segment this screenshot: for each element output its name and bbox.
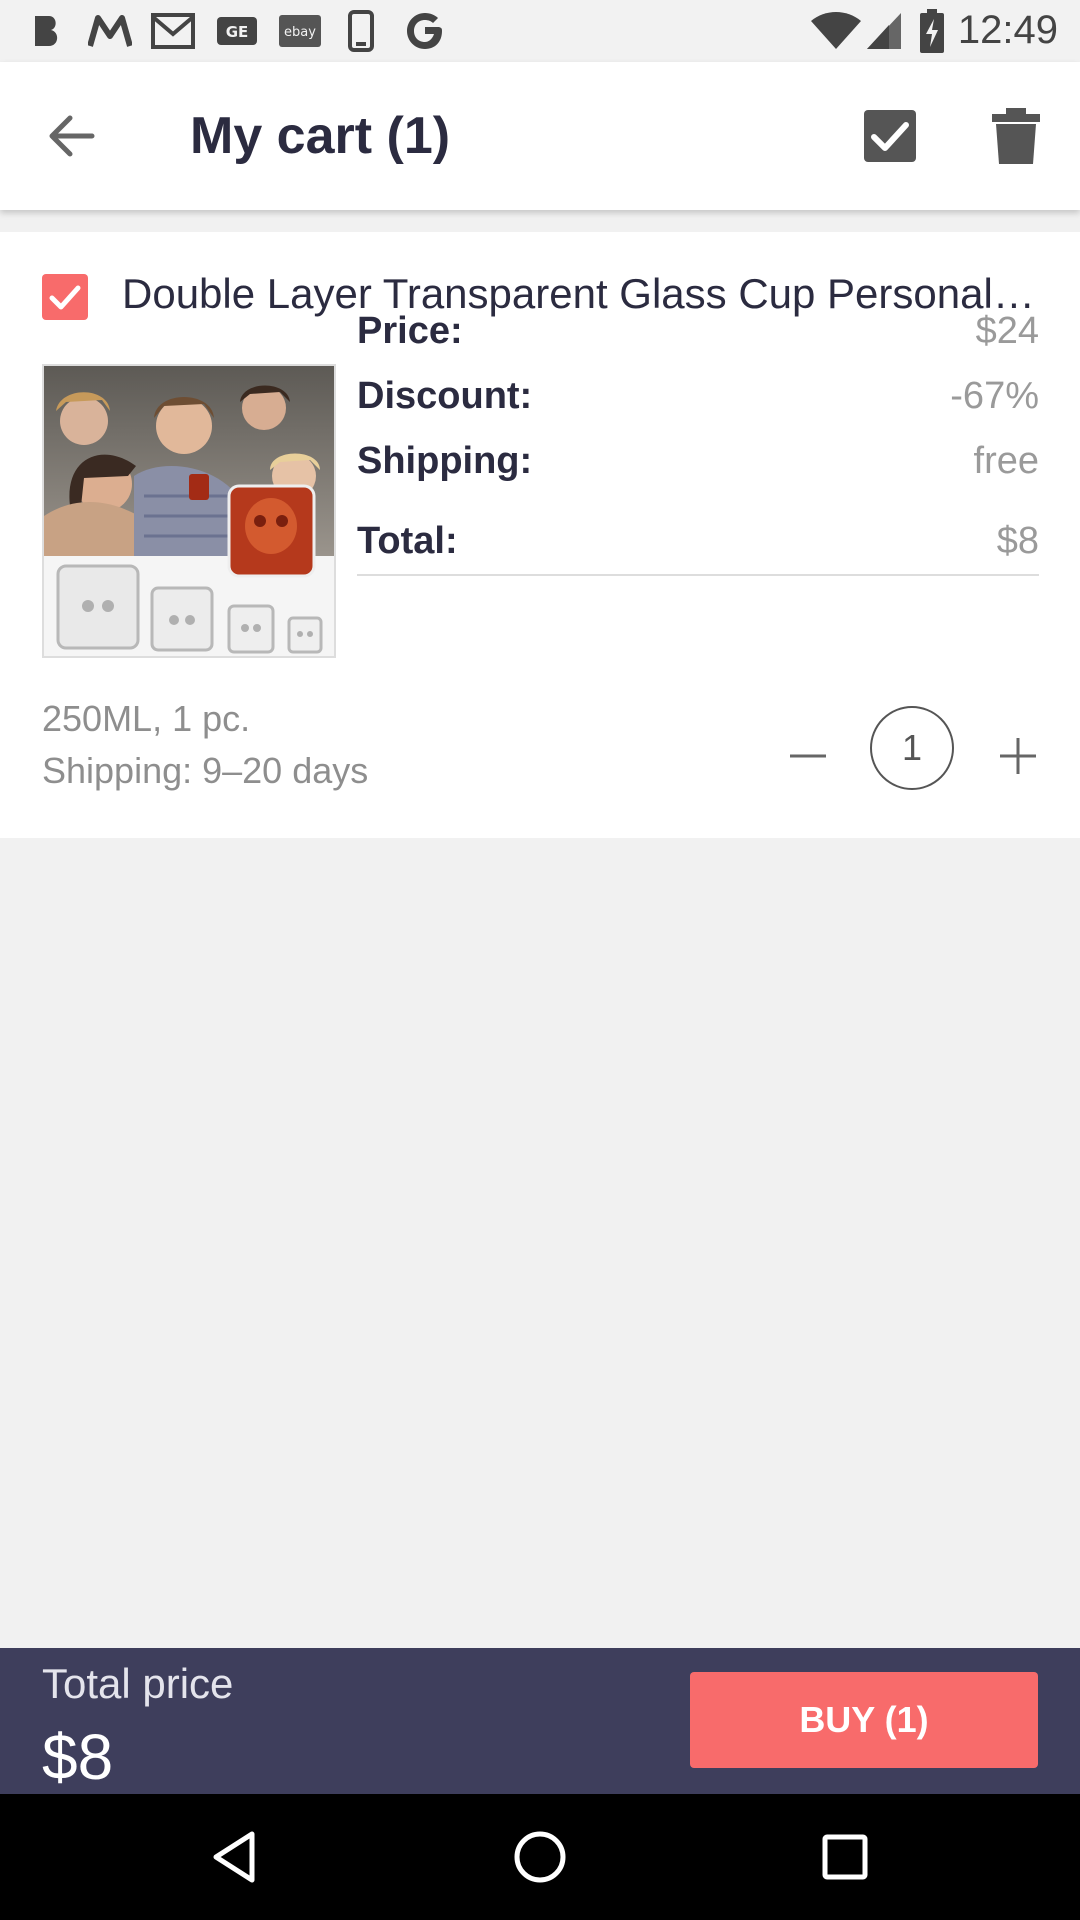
app-bar: My cart (1) (0, 62, 1080, 210)
trash-icon (992, 108, 1040, 164)
nav-recents-icon (822, 1834, 868, 1880)
signal-icon (864, 12, 904, 50)
quantity-value[interactable]: 1 (870, 706, 954, 790)
quantity-increase-button[interactable] (994, 728, 1042, 784)
nav-back-icon (213, 1831, 255, 1883)
price-row: Price: $24 (357, 310, 1039, 360)
discount-value: -67% (950, 375, 1039, 417)
select-all-button[interactable] (862, 108, 918, 164)
buy-button[interactable]: BUY (1) (690, 1672, 1038, 1768)
checkbox-checked-icon (864, 110, 916, 162)
page-title: My cart (1) (190, 107, 451, 165)
minus-icon (790, 754, 826, 758)
phone-icon (346, 10, 376, 52)
checkout-bar: Total price $8 BUY (1) (0, 1648, 1080, 1794)
item-checkbox[interactable] (42, 274, 88, 320)
plus-icon (1000, 738, 1036, 774)
discount-row: Discount: -67% (357, 375, 1039, 425)
svg-text:ebay: ebay (284, 25, 316, 40)
status-bar: GE ebay 12:49 (0, 0, 1080, 62)
shipping-time-text: Shipping: 9–20 days (42, 750, 369, 791)
nav-home-icon (514, 1831, 566, 1883)
nav-recents-button[interactable] (812, 1824, 878, 1890)
ge-icon: GE (216, 12, 258, 50)
cart-item-card: Double Layer Transparent Glass Cup Perso… (0, 232, 1080, 838)
discount-label: Discount: (357, 375, 533, 417)
battery-charging-icon (918, 9, 946, 53)
shipping-value: free (973, 440, 1039, 482)
arrow-back-icon (49, 115, 95, 157)
gmail-icon (150, 12, 196, 50)
price-value: $24 (975, 310, 1039, 352)
back-button[interactable] (40, 106, 104, 166)
wifi-icon (808, 12, 864, 50)
nav-home-button[interactable] (507, 1824, 573, 1890)
navigation-bar (0, 1794, 1080, 1920)
divider (357, 574, 1039, 576)
delete-button[interactable] (990, 106, 1042, 166)
total-price-label: Total price (42, 1660, 234, 1707)
m-icon (88, 12, 132, 50)
shipping-label: Shipping: (357, 440, 533, 482)
product-image[interactable] (42, 364, 336, 658)
status-time: 12:49 (957, 8, 1058, 52)
google-icon (404, 12, 446, 50)
check-icon (49, 285, 81, 310)
b-icon (30, 12, 64, 50)
total-value: $8 (996, 520, 1039, 562)
svg-text:GE: GE (226, 23, 249, 41)
total-row: Total: $8 (357, 520, 1039, 570)
ebay-icon: ebay (278, 12, 322, 50)
variant-text: 250ML, 1 pc. (42, 698, 251, 739)
quantity-decrease-button[interactable] (784, 728, 832, 784)
shipping-row: Shipping: free (357, 440, 1039, 490)
total-price-value: $8 (42, 1721, 114, 1793)
nav-back-button[interactable] (202, 1824, 268, 1890)
price-label: Price: (357, 310, 463, 352)
total-label: Total: (357, 520, 458, 562)
